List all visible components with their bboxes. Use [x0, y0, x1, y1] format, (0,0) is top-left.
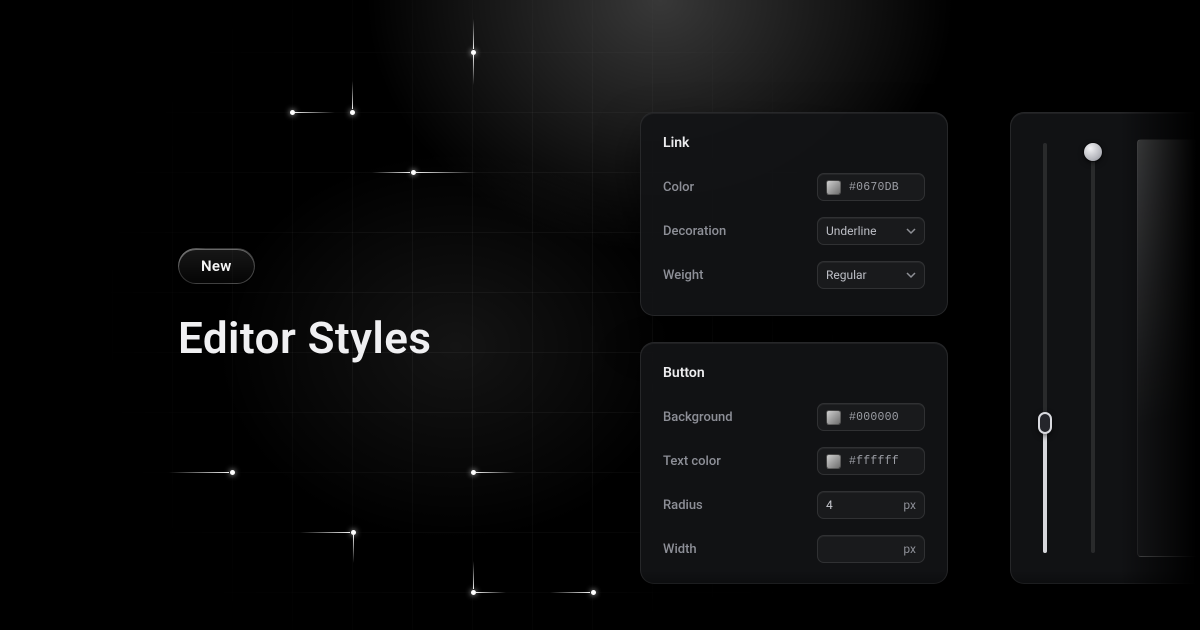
button-radius-value: 4 — [826, 498, 833, 512]
unit-label: px — [903, 498, 916, 512]
color-swatch-icon — [826, 180, 841, 195]
color-swatch-icon — [826, 410, 841, 425]
panel-button: Button Background #000000 Text color #ff… — [640, 342, 948, 584]
label-button-radius: Radius — [663, 498, 703, 513]
panel-button-title: Button — [663, 365, 925, 381]
unit-label: px — [903, 542, 916, 556]
panel-link: Link Color #0670DB Decoration Underline … — [640, 112, 948, 316]
panel-link-title: Link — [663, 135, 925, 151]
preview-block — [1137, 139, 1200, 557]
label-link-decoration: Decoration — [663, 224, 726, 239]
label-link-weight: Weight — [663, 268, 703, 283]
chevron-down-icon — [906, 226, 916, 236]
label-button-text: Text color — [663, 454, 721, 469]
new-badge: New — [178, 248, 255, 284]
slider-handle-icon[interactable] — [1038, 412, 1052, 434]
label-button-width: Width — [663, 542, 697, 557]
link-color-value: #0670DB — [849, 181, 899, 194]
slider-knob-icon[interactable] — [1084, 143, 1102, 161]
chevron-down-icon — [906, 270, 916, 280]
new-badge-label: New — [201, 257, 232, 275]
color-swatch-icon — [826, 454, 841, 469]
vertical-slider-left[interactable] — [1041, 139, 1049, 557]
link-decoration-select[interactable]: Underline — [817, 217, 925, 245]
button-width-input[interactable]: px — [817, 535, 925, 563]
link-decoration-value: Underline — [826, 224, 876, 238]
button-bg-input[interactable]: #000000 — [817, 403, 925, 431]
button-textcolor-input[interactable]: #ffffff — [817, 447, 925, 475]
slider-fill — [1043, 423, 1047, 553]
label-link-color: Color — [663, 180, 694, 195]
link-weight-value: Regular — [826, 268, 867, 282]
slider-track — [1091, 143, 1095, 553]
button-bg-value: #000000 — [849, 411, 899, 424]
button-textcolor-value: #ffffff — [849, 455, 899, 468]
vertical-slider-right[interactable] — [1089, 139, 1097, 557]
label-button-bg: Background — [663, 410, 733, 425]
button-radius-input[interactable]: 4 px — [817, 491, 925, 519]
panel-sliders — [1010, 112, 1200, 584]
page-title: Editor Styles — [178, 312, 431, 364]
link-weight-select[interactable]: Regular — [817, 261, 925, 289]
link-color-input[interactable]: #0670DB — [817, 173, 925, 201]
